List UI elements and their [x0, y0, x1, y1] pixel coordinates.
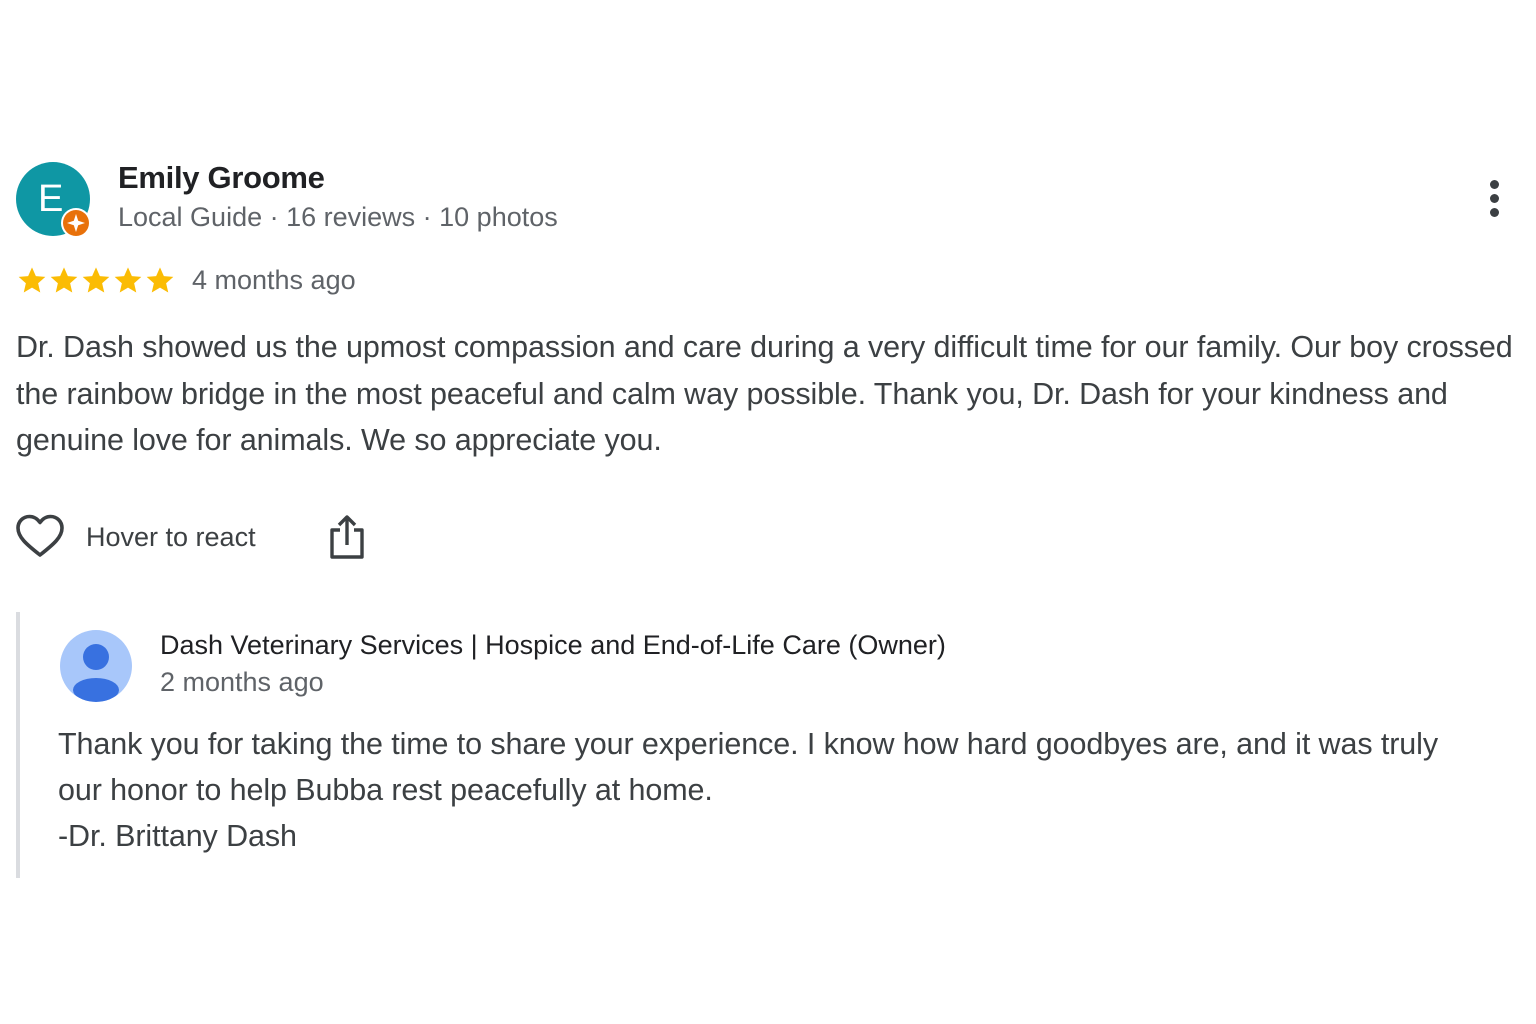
- reviewer-name[interactable]: Emily Groome: [118, 160, 325, 196]
- review-actions: Hover to react: [16, 512, 366, 562]
- review-date: 4 months ago: [192, 264, 356, 295]
- owner-response-date: 2 months ago: [160, 667, 324, 697]
- owner-response-line: our honor to help Bubba rest peacefully …: [58, 773, 713, 807]
- star-icon: [50, 267, 78, 293]
- owner-response: Dash Veterinary Services | Hospice and E…: [16, 612, 1530, 878]
- review-text: Dr. Dash showed us the upmost compassion…: [16, 330, 1513, 457]
- reviewer-avatar[interactable]: E: [16, 162, 91, 238]
- owner-response-text: Thank you for taking the time to share y…: [58, 721, 1528, 859]
- local-guide-badge-icon: [61, 208, 91, 238]
- share-icon[interactable]: [328, 514, 366, 560]
- react-label: Hover to react: [86, 521, 256, 552]
- star-rating: [16, 264, 176, 296]
- owner-name[interactable]: Dash Veterinary Services | Hospice and E…: [160, 630, 946, 661]
- heart-icon: [16, 514, 64, 557]
- owner-response-signature: -Dr. Brittany Dash: [58, 819, 297, 853]
- star-icon: [146, 267, 174, 293]
- person-icon: [60, 630, 132, 702]
- react-button[interactable]: Hover to react: [16, 514, 256, 560]
- star-icon: [114, 267, 142, 293]
- star-icon: [82, 267, 110, 293]
- reviewer-meta: Local Guide · 16 reviews · 10 photos: [118, 202, 558, 232]
- more-options-icon[interactable]: [1482, 178, 1506, 220]
- rating-row: 4 months ago: [16, 260, 356, 300]
- avatar-initial: E: [38, 178, 64, 220]
- star-icon: [18, 267, 46, 293]
- owner-response-line: Thank you for taking the time to share y…: [58, 727, 1438, 761]
